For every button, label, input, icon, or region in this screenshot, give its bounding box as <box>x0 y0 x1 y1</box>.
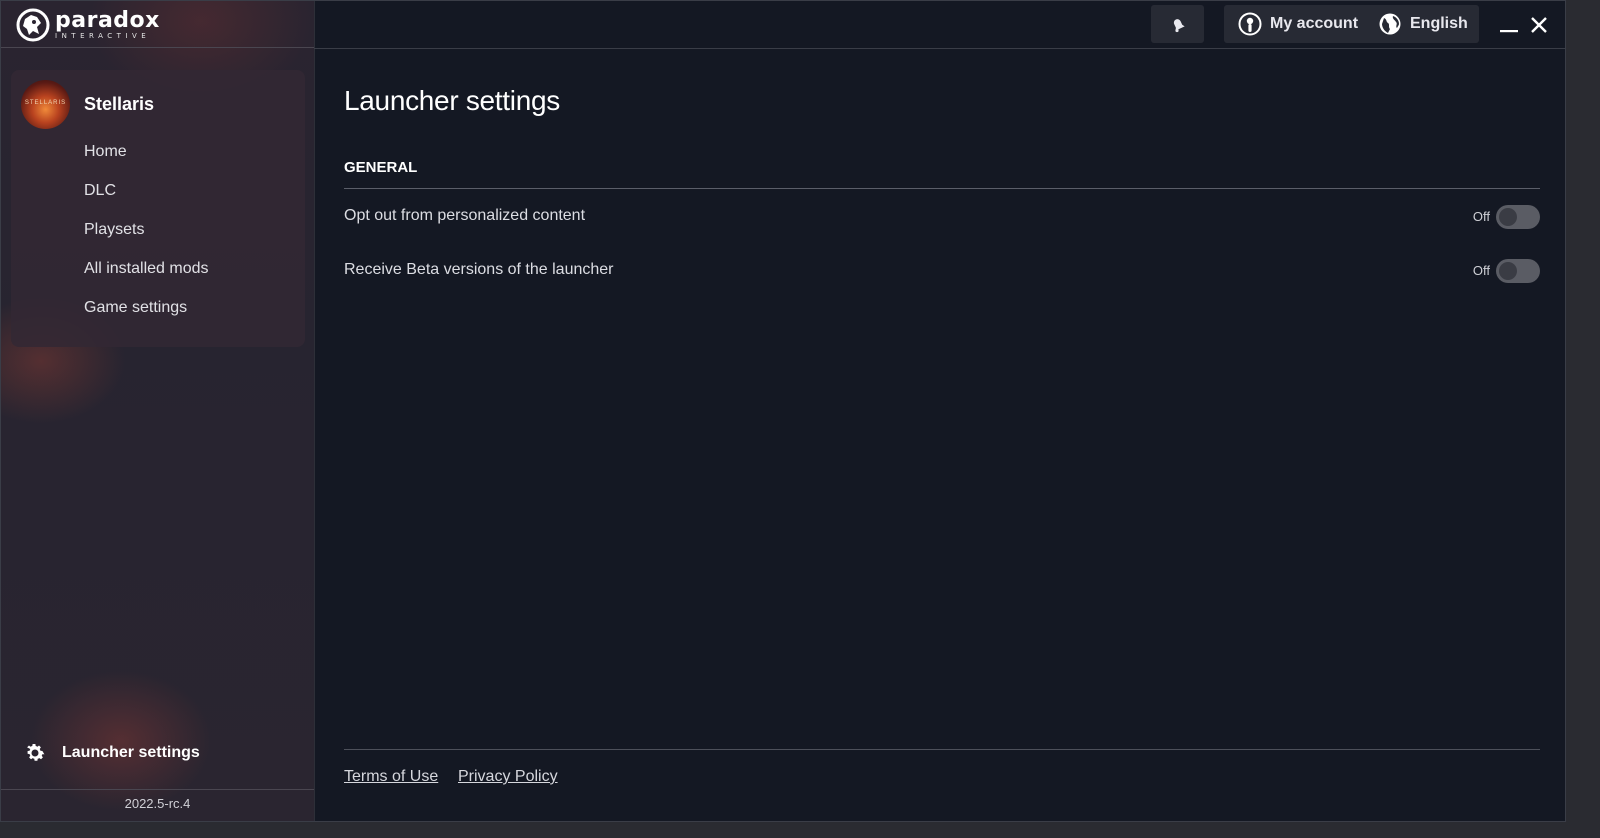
toggle-state-label: Off <box>1472 209 1490 224</box>
launcher-window: paradox INTERACTIVE STELLARIS Stellaris … <box>0 0 1566 822</box>
sidebar-divider <box>1 789 314 790</box>
launcher-settings-label: Launcher settings <box>62 744 200 761</box>
app-root: paradox INTERACTIVE STELLARIS Stellaris … <box>0 0 1600 838</box>
setting-label: Opt out from personalized content <box>344 207 586 224</box>
setting-label: Receive Beta versions of the launcher <box>344 261 614 278</box>
sidebar-item-home[interactable]: Home <box>84 142 209 181</box>
sidebar-item-game-settings[interactable]: Game settings <box>84 298 209 337</box>
sidebar: paradox INTERACTIVE STELLARIS Stellaris … <box>1 1 315 821</box>
section-title-general: GENERAL <box>344 159 418 176</box>
desktop-background <box>1566 0 1600 838</box>
game-nav: Home DLC Playsets All installed mods Gam… <box>84 142 209 337</box>
header-divider <box>314 48 1565 49</box>
sidebar-item-playsets[interactable]: Playsets <box>84 220 209 259</box>
account-language-group: My account English <box>1224 5 1479 43</box>
language-label: English <box>1410 15 1468 32</box>
sidebar-item-all-installed-mods[interactable]: All installed mods <box>84 259 209 298</box>
close-icon[interactable] <box>1529 15 1549 35</box>
paradox-lion-icon <box>16 8 50 42</box>
sidebar-header: paradox INTERACTIVE <box>1 1 314 48</box>
personalized-content-toggle[interactable] <box>1496 205 1540 229</box>
logo-brand-text: paradox <box>55 8 160 33</box>
globe-icon <box>1379 13 1401 35</box>
toggle-state-label: Off <box>1472 263 1490 278</box>
sidebar-item-dlc[interactable]: DLC <box>84 181 209 220</box>
setting-row-personalized-content: Opt out from personalized content Off <box>344 202 1540 232</box>
game-avatar[interactable]: STELLARIS <box>21 80 70 129</box>
bell-icon <box>1173 19 1185 33</box>
my-account-button[interactable]: My account <box>1238 5 1358 43</box>
my-account-label: My account <box>1270 15 1359 32</box>
version-label: 2022.5-rc.4 <box>124 796 191 811</box>
game-avatar-text: STELLARIS <box>24 100 67 106</box>
notifications-button[interactable] <box>1151 5 1204 43</box>
user-icon <box>1238 12 1262 36</box>
terms-of-use-link[interactable]: Terms of Use <box>344 768 438 786</box>
beta-versions-toggle[interactable] <box>1496 259 1540 283</box>
minimize-icon[interactable] <box>1499 15 1519 35</box>
privacy-policy-link[interactable]: Privacy Policy <box>458 768 558 786</box>
language-button[interactable]: English <box>1378 5 1468 43</box>
toggle-knob <box>1499 262 1517 280</box>
gear-icon <box>27 744 45 761</box>
footer-divider <box>344 749 1540 750</box>
toggle-knob <box>1499 208 1517 226</box>
paradox-logo[interactable]: paradox INTERACTIVE <box>15 7 160 43</box>
game-card: STELLARIS Stellaris Home DLC Playsets Al… <box>11 70 305 347</box>
setting-row-beta-versions: Receive Beta versions of the launcher Of… <box>344 256 1540 286</box>
game-title[interactable]: Stellaris <box>84 94 154 115</box>
logo-sub-text: INTERACTIVE <box>55 32 151 40</box>
section-divider <box>344 188 1540 189</box>
desktop-background-bottom <box>0 822 1600 838</box>
page-title: Launcher settings <box>344 85 560 116</box>
launcher-settings-link[interactable]: Launcher settings <box>23 741 200 765</box>
